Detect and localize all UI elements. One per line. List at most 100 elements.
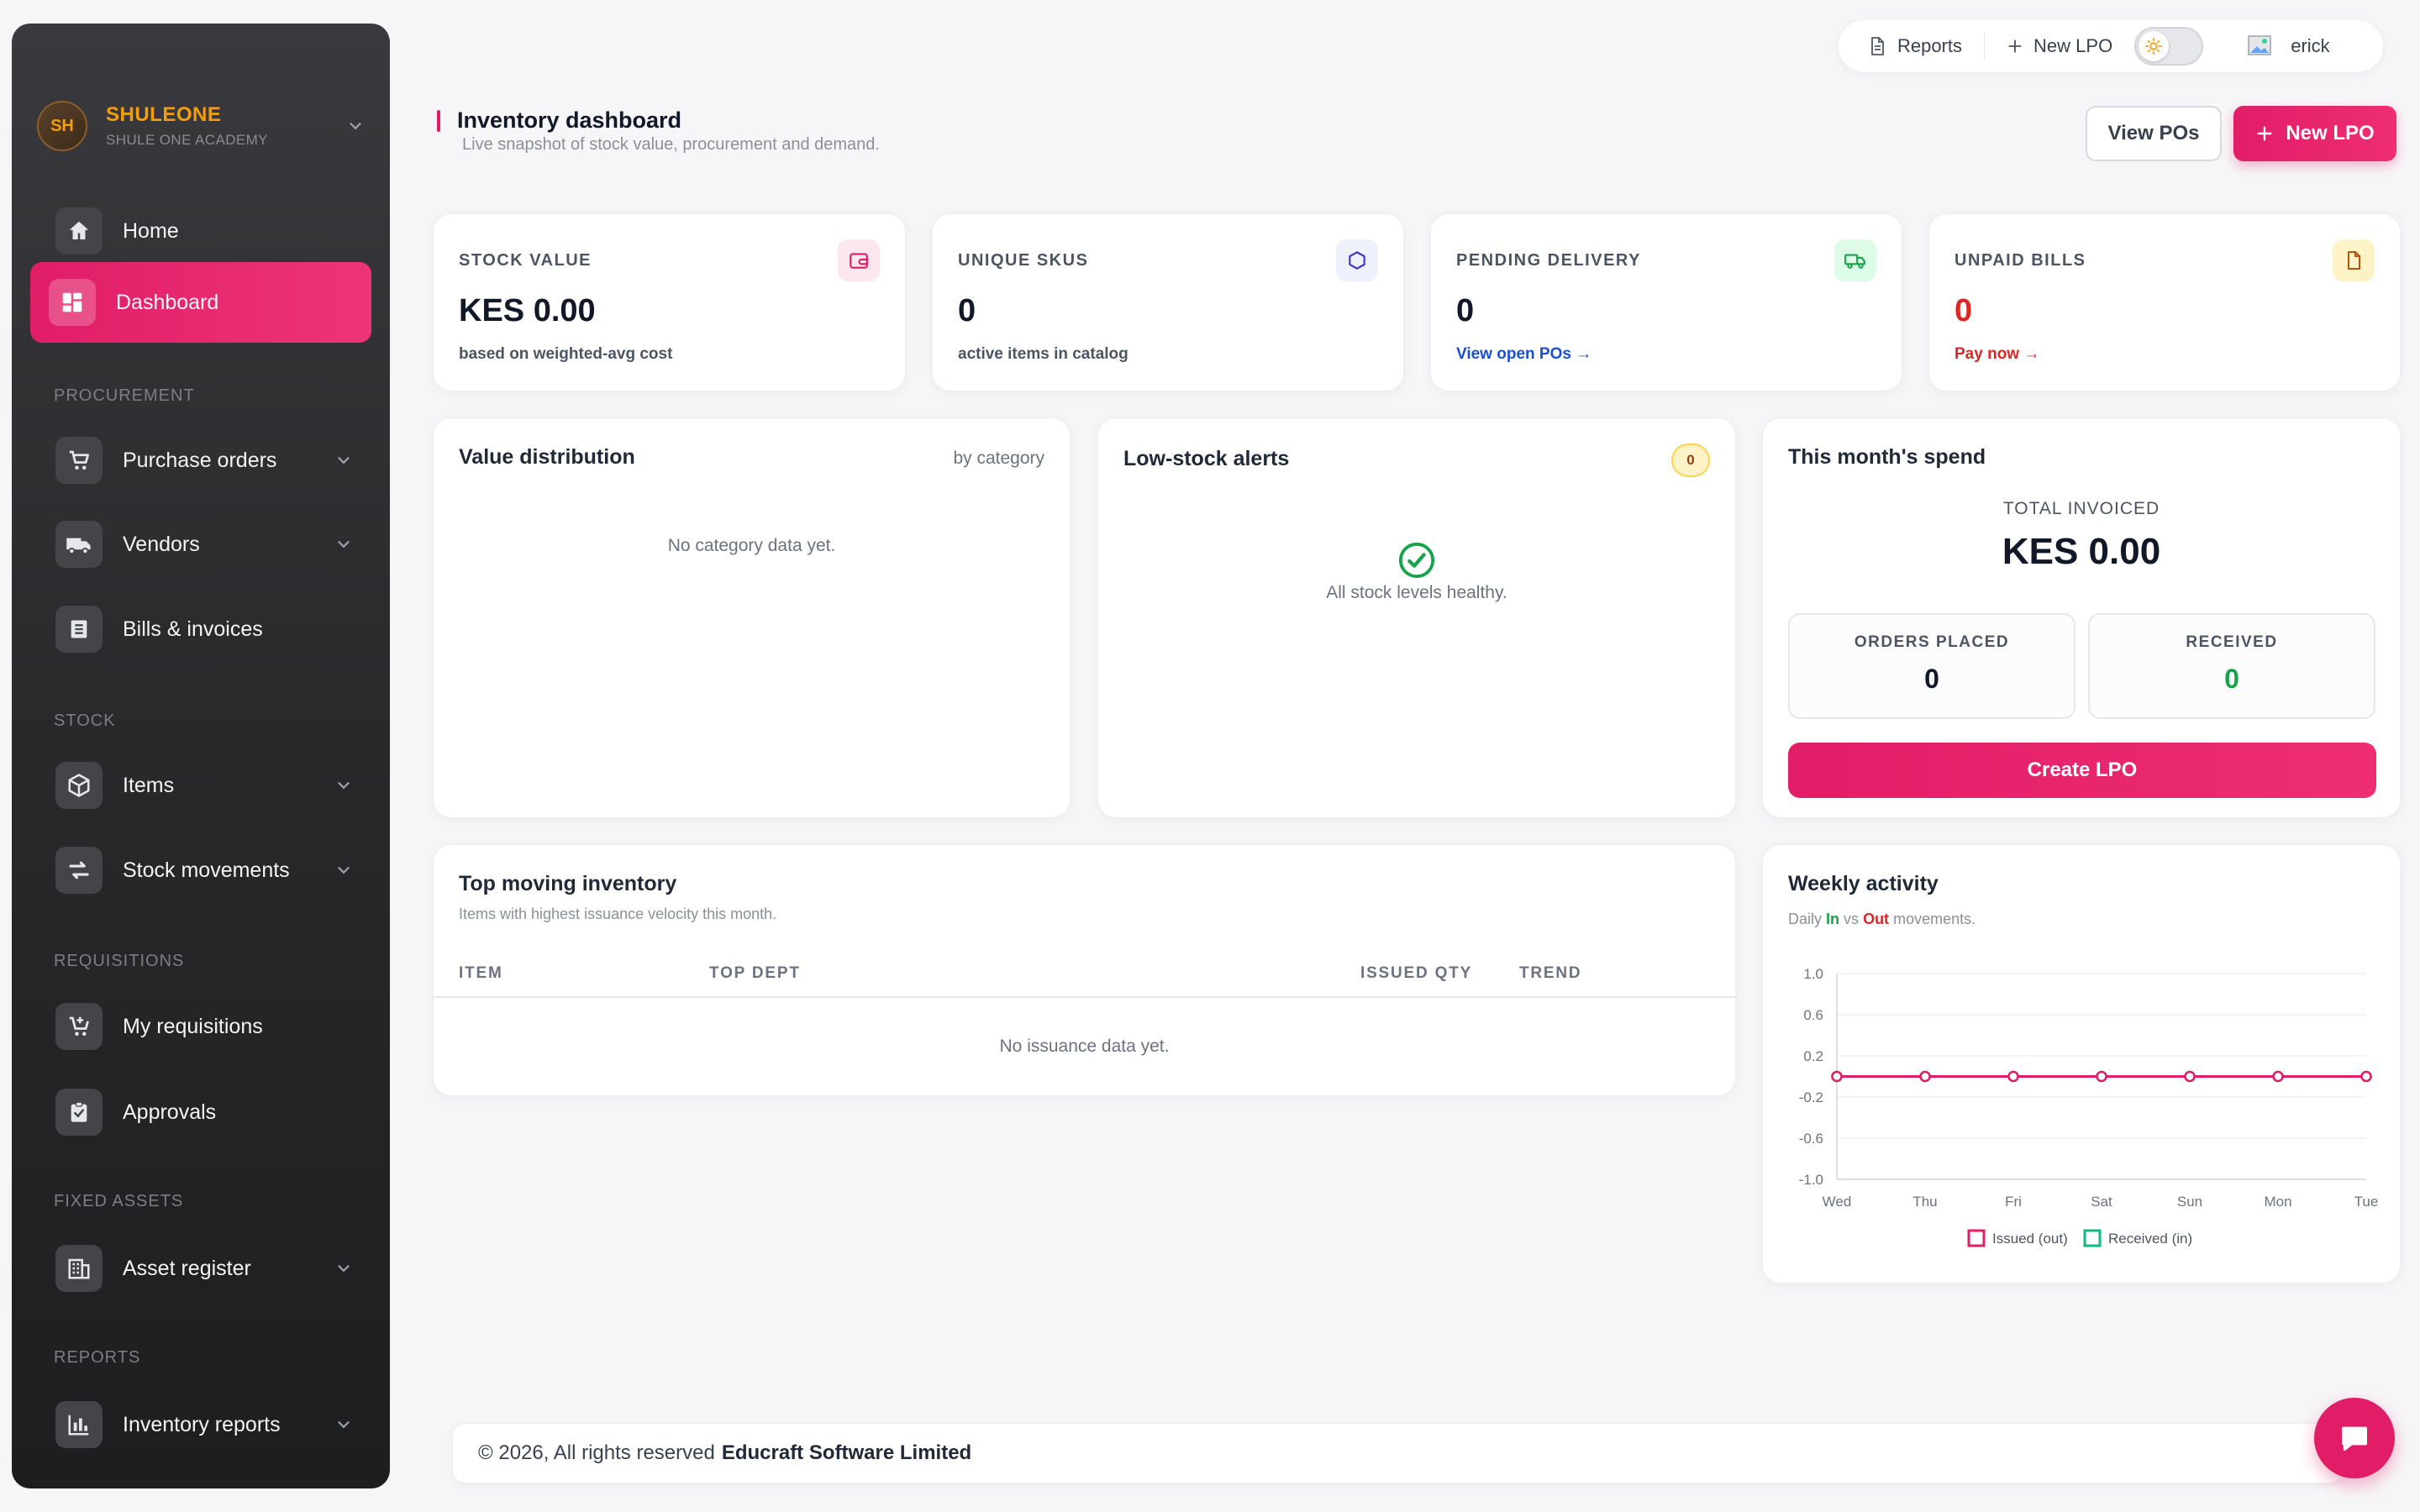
table-header: ITEM TOP DEPT ISSUED QTY TREND (434, 944, 1735, 998)
hexagon-icon (1336, 239, 1378, 281)
sidebar-item-inventory-reports[interactable]: Inventory reports (30, 1384, 371, 1465)
data-point-issued (2184, 1070, 2196, 1083)
received-box: RECEIVED 0 (2088, 613, 2375, 719)
theme-toggle[interactable] (2134, 27, 2204, 66)
sidebar-item-purchase-orders[interactable]: Purchase orders (30, 420, 371, 501)
chat-bubble-icon (2342, 1426, 2367, 1451)
school-switcher[interactable]: SH SHULEONE SHULE ONE ACADEMY (37, 92, 365, 160)
monthly-spend-card: This month's spend TOTAL INVOICED KES 0.… (1762, 417, 2401, 818)
x-tick-label: Tue (2354, 1194, 2379, 1210)
chart-subtitle: Daily In vs Out movements. (1788, 911, 1975, 928)
y-tick-label: -0.6 (1799, 1131, 1823, 1147)
sidebar-item-asset-register[interactable]: Asset register (30, 1228, 371, 1309)
wallet-icon (838, 239, 880, 281)
chevron-down-icon (338, 541, 350, 549)
cart-add-icon (55, 1003, 103, 1050)
card-title: Value distribution (459, 445, 635, 469)
swap-arrows-icon (55, 847, 103, 894)
sun-icon (2139, 31, 2170, 61)
clipboard-check-icon (55, 1089, 103, 1136)
chevron-down-icon (338, 1421, 350, 1429)
create-lpo-button[interactable]: Create LPO (1788, 743, 2376, 798)
school-name: SHULE ONE ACADEMY (106, 132, 268, 148)
x-tick-label: Sat (2091, 1194, 2112, 1210)
stat-value: 0 (958, 293, 976, 328)
home-icon (55, 207, 103, 255)
empty-state-text: No issuance data yet. (999, 1037, 1170, 1056)
stat-value: 0 (1456, 293, 1475, 328)
sidebar-item-approvals[interactable]: Approvals (30, 1072, 371, 1152)
company-name: Educraft Software Limited (721, 1441, 972, 1464)
chevron-down-icon (338, 782, 350, 790)
section-label-requisitions: REQUISITIONS (54, 952, 185, 970)
column-header-trend[interactable]: TREND (1519, 964, 1581, 983)
card-title: Top moving inventory (459, 872, 677, 895)
divider (1984, 33, 1986, 60)
view-pos-button[interactable]: View POs (2086, 106, 2222, 161)
section-label-procurement: PROCUREMENT (54, 386, 195, 405)
column-header-issued-qty[interactable]: ISSUED QTY (1360, 964, 1472, 983)
new-lpo-top-button[interactable]: New LPO (2007, 35, 2112, 57)
chat-button[interactable] (2314, 1398, 2395, 1478)
plus-icon (2257, 126, 2272, 141)
bar-chart-icon (55, 1401, 103, 1448)
page-subtitle: Live snapshot of stock value, procuremen… (462, 135, 880, 154)
pay-now-link[interactable]: Pay now → (1954, 345, 2039, 364)
column-header-top-dept[interactable]: TOP DEPT (709, 964, 801, 983)
sidebar-item-items[interactable]: Items (30, 745, 371, 826)
new-lpo-button[interactable]: New LPO (2233, 106, 2396, 161)
y-tick-label: 0.2 (1803, 1048, 1823, 1064)
x-tick-label: Mon (2264, 1194, 2291, 1210)
sidebar-item-label: Vendors (123, 532, 200, 556)
cart-icon (55, 437, 103, 484)
view-open-pos-link[interactable]: View open POs → (1456, 345, 1591, 364)
y-tick-label: 0.6 (1803, 1007, 1823, 1023)
avatar (2248, 35, 2271, 55)
top-moving-inventory-card: Top moving inventory Items with highest … (433, 844, 1736, 1096)
orders-placed-value: 0 (1924, 664, 1939, 694)
sidebar-item-vendors[interactable]: Vendors (30, 504, 371, 585)
data-point-issued (1919, 1070, 1931, 1083)
sidebar-item-label: Home (123, 218, 179, 243)
chevron-down-icon (338, 867, 350, 874)
stat-value: KES 0.00 (459, 293, 596, 328)
sidebar-item-stock-movements[interactable]: Stock movements (30, 830, 371, 911)
document-icon (1871, 37, 1884, 55)
sidebar-item-label: Dashboard (116, 290, 219, 314)
y-tick-label: 1.0 (1803, 966, 1823, 982)
y-tick-label: -1.0 (1799, 1172, 1823, 1188)
stat-card-unique-skus: UNIQUE SKUS 0 active items in catalog (932, 213, 1404, 391)
brand-name: SHULEONE (106, 103, 222, 126)
stat-label: UNPAID BILLS (1954, 251, 2086, 270)
card-tag: by category (953, 449, 1044, 468)
weekly-activity-card: Weekly activity Daily In vs Out movement… (1762, 844, 2401, 1284)
user-menu[interactable]: erick (2247, 34, 2330, 58)
reports-button[interactable]: Reports (1867, 35, 1962, 57)
sidebar-item-dashboard[interactable]: Dashboard (30, 262, 371, 343)
school-avatar: SH (37, 101, 87, 151)
stat-card-stock-value: STOCK VALUE KES 0.00 based on weighted-a… (433, 213, 906, 391)
stat-label: UNIQUE SKUS (958, 251, 1089, 270)
stat-card-unpaid-bills: UNPAID BILLS 0 Pay now → (1928, 213, 2401, 391)
card-title: Low-stock alerts (1123, 447, 1290, 470)
x-tick-label: Sun (2177, 1194, 2202, 1210)
accent-bar (437, 110, 440, 132)
x-tick-label: Thu (1912, 1194, 1937, 1210)
empty-state-text: All stock levels healthy. (1326, 583, 1507, 602)
sidebar-item-bills-invoices[interactable]: Bills & invoices (30, 589, 371, 669)
card-subtitle: Items with highest issuance velocity thi… (459, 906, 777, 922)
orders-placed-box: ORDERS PLACED 0 (1788, 613, 2075, 719)
subtitle-prefix: Daily (1788, 911, 1823, 927)
sidebar-item-my-requisitions[interactable]: My requisitions (30, 986, 371, 1067)
stat-label: STOCK VALUE (459, 251, 592, 270)
stat-card-pending-delivery: PENDING DELIVERY 0 View open POs → (1430, 213, 1902, 391)
x-tick-label: Wed (1823, 1194, 1852, 1210)
stat-value: 0 (1954, 293, 1973, 328)
chevron-down-icon (338, 1265, 350, 1273)
column-header-item[interactable]: ITEM (459, 964, 503, 983)
sidebar-item-home[interactable]: Home (30, 191, 371, 271)
sidebar-item-label: Stock movements (123, 858, 290, 882)
received-label: RECEIVED (2186, 633, 2278, 651)
data-point-issued (2360, 1070, 2372, 1083)
x-tick-label: Fri (2005, 1194, 2022, 1210)
